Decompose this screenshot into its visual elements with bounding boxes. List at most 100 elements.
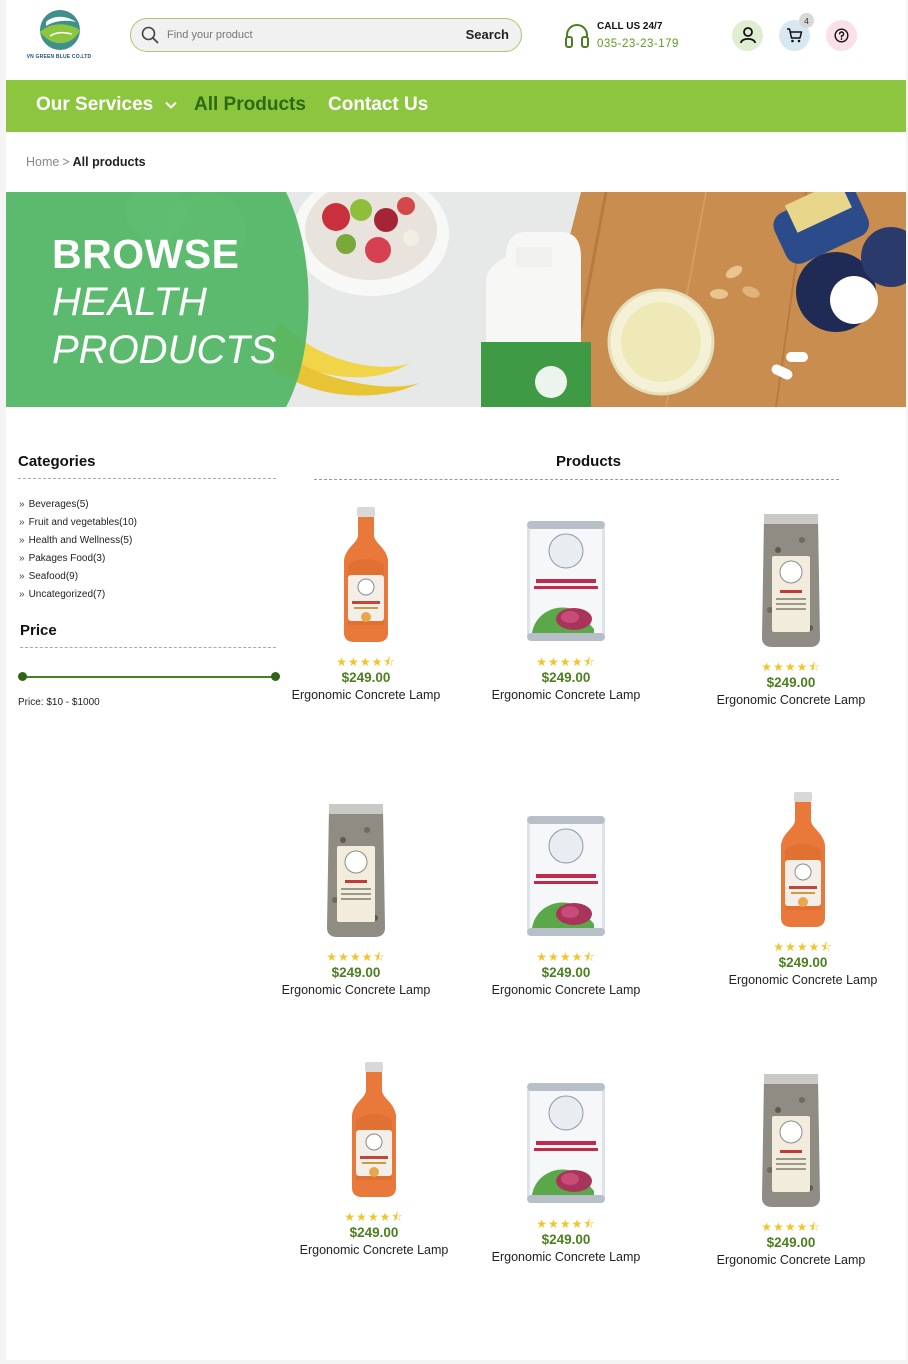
category-item[interactable]: » Uncategorized(7) [19, 588, 137, 606]
product-image[interactable] [775, 785, 831, 940]
breadcrumb-separator: > [62, 155, 70, 169]
product-price: $249.00 [541, 1232, 591, 1247]
product-price: $249.00 [778, 955, 828, 970]
product-image[interactable] [758, 1065, 824, 1220]
search-icon [141, 26, 159, 44]
product-name[interactable]: Ergonomic Concrete Lamp [261, 981, 451, 999]
nav-contact-us[interactable]: Contact Us [328, 94, 428, 116]
help-button[interactable] [826, 20, 857, 51]
price-divider [20, 647, 276, 648]
headset-icon [565, 24, 589, 48]
category-label: Seafood(9) [28, 571, 79, 582]
cart-icon [787, 28, 803, 43]
main-nav: Our Services All Products Contact Us [6, 80, 906, 132]
account-button[interactable] [732, 20, 763, 51]
call-phone[interactable]: 035-23-23-179 [597, 38, 679, 50]
product-image[interactable] [338, 500, 394, 655]
product-card[interactable]: ★★★★⯪ $249.00 Ergonomic Concrete Lamp [471, 795, 661, 999]
cart-count-badge: 4 [799, 13, 814, 28]
category-item[interactable]: » Beverages(5) [19, 498, 137, 516]
banner-line-2: HEALTH [52, 280, 207, 324]
product-card[interactable]: ★★★★⯪ $249.00 Ergonomic Concrete Lamp [471, 500, 661, 704]
product-card[interactable]: ★★★★⯪ $249.00 Ergonomic Concrete Lamp [261, 795, 451, 999]
breadcrumb-home[interactable]: Home [26, 155, 59, 169]
double-chevron-right-icon: » [19, 535, 25, 546]
banana-blossom-can-image [527, 1083, 605, 1203]
product-image[interactable] [323, 795, 389, 950]
banner-line-1: BROWSE [52, 231, 240, 277]
price-range-text: Price: $10 - $1000 [18, 697, 100, 708]
products-divider [314, 479, 839, 480]
double-chevron-right-icon: » [19, 589, 25, 600]
product-price: $249.00 [341, 670, 391, 685]
breadcrumb-current: All products [72, 155, 146, 169]
logo-mark-icon [40, 10, 80, 50]
product-image[interactable] [524, 500, 608, 655]
product-card[interactable]: ★★★★⯪ $249.00 Ergonomic Concrete Lamp [696, 505, 886, 709]
product-price: $249.00 [349, 1225, 399, 1240]
product-card[interactable]: ★★★★⯪ $249.00 Ergonomic Concrete Lamp [471, 1062, 661, 1266]
hemp-seed-bag-image [762, 514, 820, 647]
rating-stars: ★★★★⯪ [761, 1220, 821, 1234]
price-heading: Price [20, 622, 57, 639]
product-card[interactable]: ★★★★⯪ $249.00 Ergonomic Concrete Lamp [708, 785, 898, 989]
product-name[interactable]: Ergonomic Concrete Lamp [696, 691, 886, 709]
product-name[interactable]: Ergonomic Concrete Lamp [471, 686, 661, 704]
user-icon [739, 27, 756, 44]
product-name[interactable]: Ergonomic Concrete Lamp [708, 971, 898, 989]
breadcrumb: Home > All products [26, 155, 146, 169]
rating-stars: ★★★★⯪ [536, 655, 596, 669]
nav-all-products[interactable]: All Products [194, 94, 306, 116]
juice-bottle-image [344, 507, 388, 642]
nav-our-services-label: Our Services [36, 94, 154, 115]
rating-stars: ★★★★⯪ [326, 950, 386, 964]
rating-stars: ★★★★⯪ [773, 940, 833, 954]
search-input[interactable] [167, 26, 437, 44]
rating-stars: ★★★★⯪ [344, 1210, 404, 1224]
double-chevron-right-icon: » [19, 571, 25, 582]
product-image[interactable] [758, 505, 824, 660]
category-label: Pakages Food(3) [28, 553, 106, 564]
categories-divider [18, 478, 276, 479]
product-image[interactable] [524, 795, 608, 950]
product-name[interactable]: Ergonomic Concrete Lamp [696, 1251, 886, 1269]
product-card[interactable]: ★★★★⯪ $249.00 Ergonomic Concrete Lamp [696, 1065, 886, 1269]
rating-stars: ★★★★⯪ [761, 660, 821, 674]
hemp-seed-bag-image [327, 804, 385, 937]
chevron-down-icon [164, 101, 177, 109]
product-image[interactable] [524, 1062, 608, 1217]
product-price: $249.00 [766, 1235, 816, 1250]
rating-stars: ★★★★⯪ [336, 655, 396, 669]
price-slider-min-handle[interactable] [18, 672, 27, 681]
banner-line-3: PRODUCTS [52, 328, 277, 372]
product-price: $249.00 [541, 965, 591, 980]
product-image[interactable] [346, 1055, 402, 1210]
rating-stars: ★★★★⯪ [536, 950, 596, 964]
nav-our-services[interactable]: Our Services [36, 94, 177, 116]
brand-logo[interactable]: VN GREEN BLUE CO.LTD [24, 8, 94, 64]
product-name[interactable]: Ergonomic Concrete Lamp [471, 1248, 661, 1266]
category-item[interactable]: » Pakages Food(3) [19, 552, 137, 570]
category-item[interactable]: » Fruit and vegetables(10) [19, 516, 137, 534]
product-name[interactable]: Ergonomic Concrete Lamp [271, 686, 461, 704]
categories-heading: Categories [18, 453, 96, 470]
product-price: $249.00 [766, 675, 816, 690]
category-label: Beverages(5) [28, 499, 89, 510]
category-item[interactable]: » Health and Wellness(5) [19, 534, 137, 552]
double-chevron-right-icon: » [19, 517, 25, 528]
banana-blossom-can-image [527, 816, 605, 936]
search-button[interactable]: Search [466, 27, 509, 42]
product-card[interactable]: ★★★★⯪ $249.00 Ergonomic Concrete Lamp [271, 500, 461, 704]
category-label: Health and Wellness(5) [28, 535, 133, 546]
juice-bottle-image [352, 1062, 396, 1197]
search-bar: Search [130, 18, 522, 52]
question-icon [834, 28, 849, 43]
category-item[interactable]: » Seafood(9) [19, 570, 137, 588]
product-name[interactable]: Ergonomic Concrete Lamp [471, 981, 661, 999]
product-card[interactable]: ★★★★⯪ $249.00 Ergonomic Concrete Lamp [279, 1055, 469, 1259]
product-name[interactable]: Ergonomic Concrete Lamp [279, 1241, 469, 1259]
hemp-seed-bag-image [762, 1074, 820, 1207]
double-chevron-right-icon: » [19, 553, 25, 564]
products-heading: Products [556, 453, 622, 470]
price-slider-track[interactable] [23, 676, 276, 678]
